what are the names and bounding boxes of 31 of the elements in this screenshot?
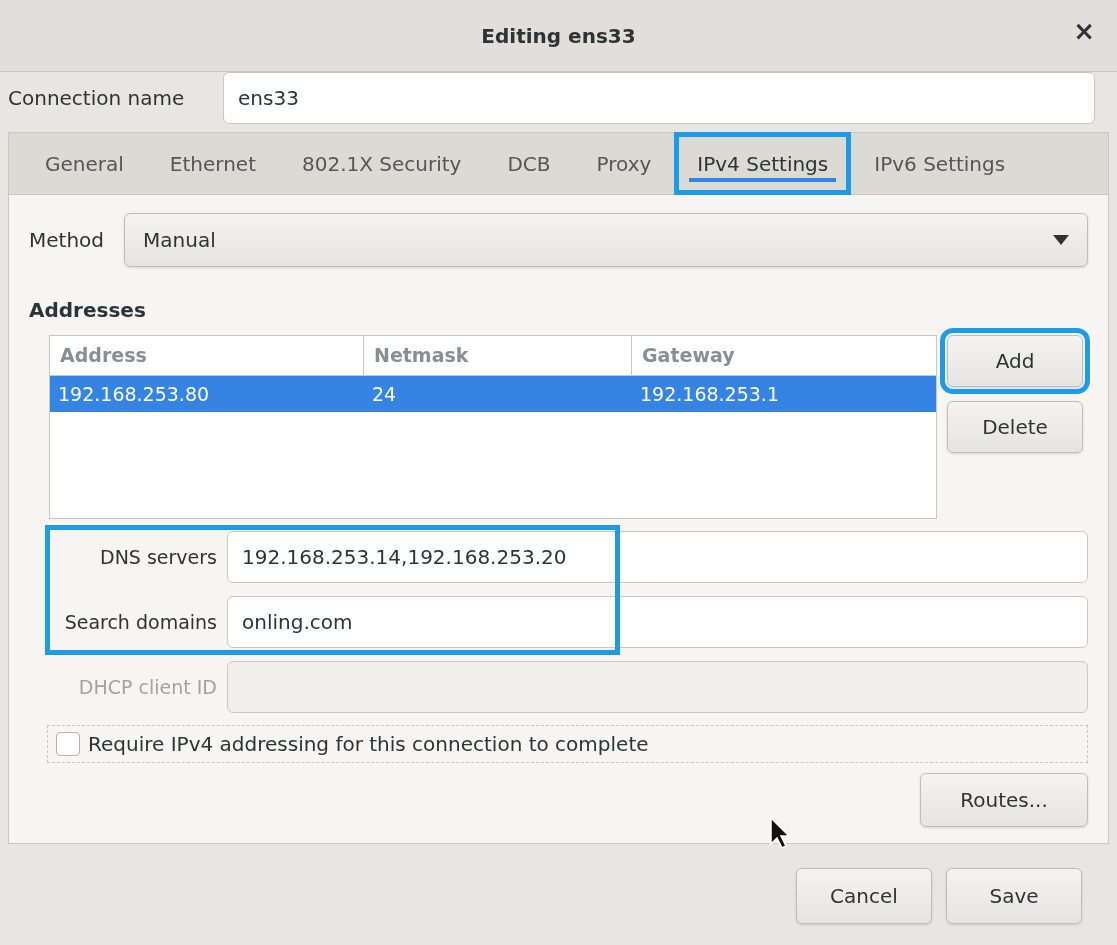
table-cell-text: 192.168.253.1 (639, 381, 780, 407)
tab[interactable]: DCB (485, 133, 573, 194)
addresses-heading: Addresses (29, 297, 147, 324)
text-field[interactable]: 192.168.253.14,192.168.253.20 (227, 531, 1088, 583)
method-label: Method (29, 227, 104, 254)
checkbox[interactable] (56, 732, 80, 756)
tab[interactable]: IPv4 Settings (675, 133, 851, 194)
routes-button[interactable]: Routes... (920, 773, 1088, 827)
address-row[interactable]: 192.168.253.80 24 192.168.253.1 (50, 376, 936, 412)
address-action-button[interactable]: Delete (947, 401, 1083, 453)
field-label: DHCP client ID (77, 674, 217, 700)
dialog-button[interactable]: Cancel (796, 868, 932, 924)
connection-name-field[interactable]: ens33 (223, 72, 1095, 124)
table-cell-text: 192.168.253.80 (57, 381, 211, 407)
method-dropdown[interactable]: Manual (124, 213, 1088, 267)
tab[interactable]: Proxy (574, 133, 674, 194)
close-button[interactable]: × (1073, 18, 1095, 44)
checkbox-label: Require IPv4 addressing for this connection to complete (88, 731, 649, 758)
tab[interactable]: IPv6 Settings (852, 133, 1028, 194)
field-label: Search domains (63, 609, 217, 635)
caret-icon (1053, 235, 1069, 245)
tab[interactable]: Ethernet (147, 133, 278, 194)
field-label: DNS servers (99, 544, 217, 570)
require-checkbox-row[interactable]: Require IPv4 addressing for this connection to complete (47, 725, 1088, 763)
connection-name-label: Connection name (8, 85, 186, 112)
tab[interactable]: General (23, 133, 146, 194)
tab[interactable]: 802.1X Security (280, 133, 484, 194)
window-title: Editing ens33 (481, 22, 636, 50)
text-field[interactable]: onling.com (227, 596, 1088, 648)
dialog-button[interactable]: Save (946, 868, 1082, 924)
table-cell-text: 24 (371, 381, 398, 407)
